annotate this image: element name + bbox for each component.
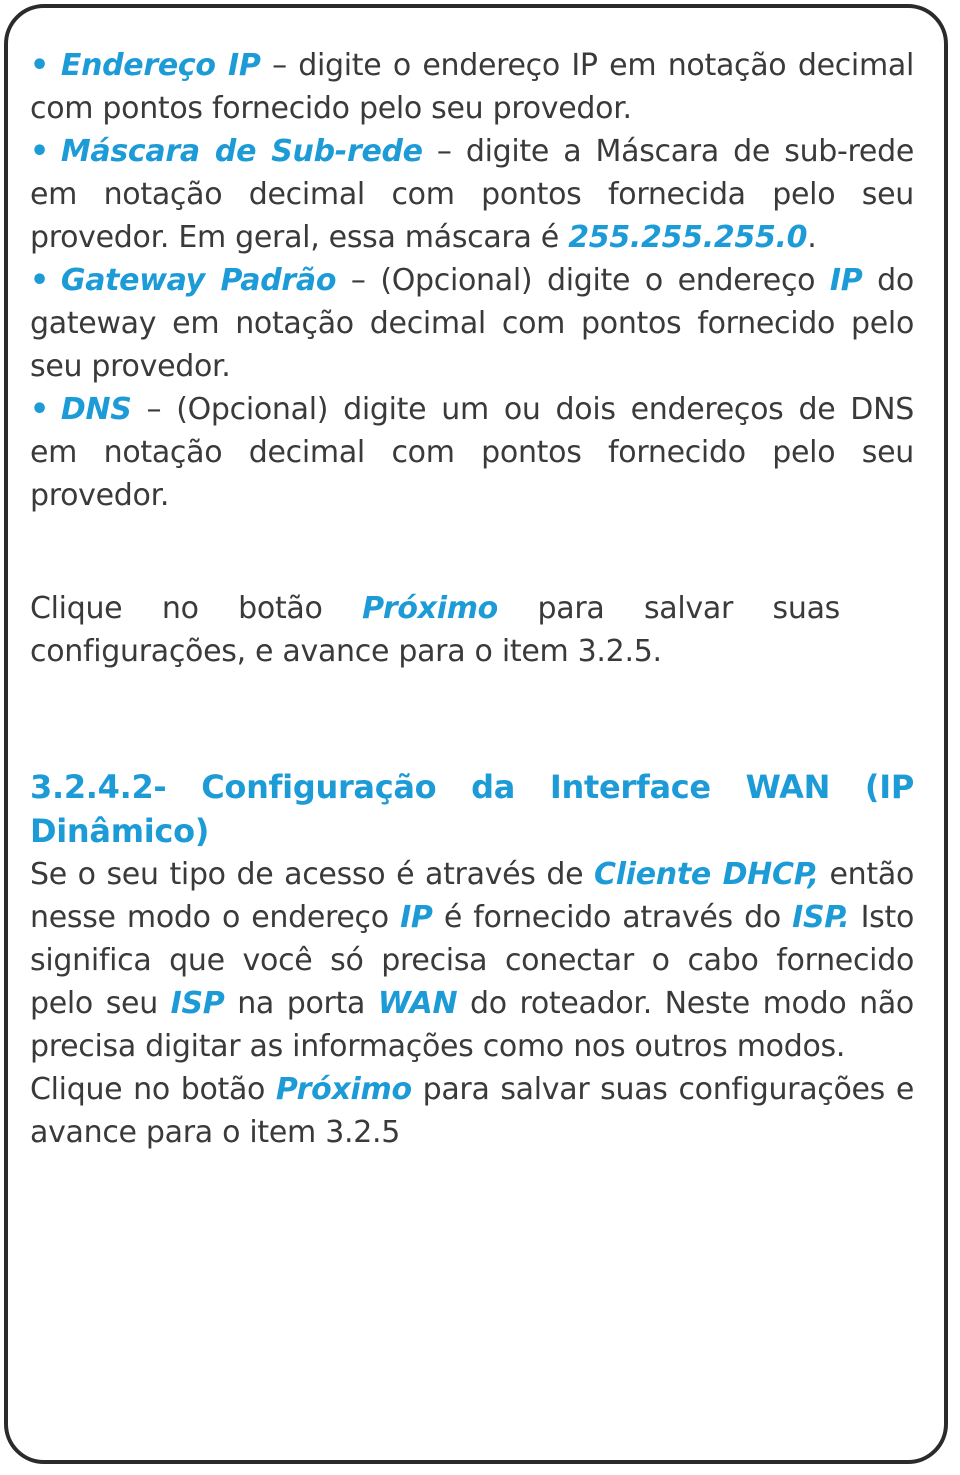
- term-subnet-mask: Máscara de Sub-rede: [60, 134, 423, 169]
- bullet-icon: •: [30, 134, 49, 169]
- bullet-icon: •: [30, 392, 49, 427]
- bullet-text: (Opcional) digite o endereço: [380, 263, 830, 298]
- mask-value: 255.255.255.0: [568, 220, 808, 255]
- term-isp: ISP: [170, 986, 225, 1021]
- bullet-subnet-mask: • Máscara de Sub-rede – digite a Máscara …: [30, 130, 914, 259]
- section-heading: 3.2.4.2- Configuração da Interface WAN (…: [30, 768, 914, 850]
- bullet-icon: •: [30, 48, 49, 83]
- next-button-reference: Próximo: [362, 591, 498, 626]
- dash: –: [422, 134, 466, 169]
- next-button-reference: Próximo: [275, 1072, 412, 1107]
- click-next-paragraph-1: Clique no botão Próximo para salvar suas…: [30, 587, 840, 673]
- term-ip: IP: [400, 900, 433, 935]
- paragraph-text: Clique no botão: [30, 591, 363, 626]
- term-dhcp-client: Cliente DHCP,: [594, 857, 819, 892]
- term-wan: WAN: [377, 986, 458, 1021]
- bullet-icon: •: [30, 263, 49, 298]
- dhcp-paragraph: Se o seu tipo de acesso é através de Cli…: [30, 853, 914, 1068]
- bullet-gateway: • Gateway Padrão – (Opcional) digite o en…: [30, 259, 914, 388]
- paragraph-text: é fornecido através do: [432, 900, 793, 935]
- term-dns: DNS: [60, 392, 132, 427]
- bullet-ip-address: • Endereço IP – digite o endereço IP em n…: [30, 44, 914, 130]
- term-ip-address: Endereço IP: [60, 48, 261, 83]
- term-gateway: Gateway Padrão: [60, 263, 337, 298]
- term-isp: ISP.: [792, 900, 850, 935]
- paragraph-text: Clique no botão: [30, 1072, 276, 1107]
- bullet-text-end: .: [807, 220, 817, 255]
- paragraph-text: na porta: [224, 986, 378, 1021]
- click-next-paragraph-2: Clique no botão Próximo para salvar suas…: [30, 1068, 914, 1154]
- term-ip: IP: [829, 263, 863, 298]
- dash: –: [131, 392, 177, 427]
- paragraph-text: Se o seu tipo de acesso é através de: [30, 857, 595, 892]
- dash: –: [336, 263, 381, 298]
- bullet-dns: • DNS – (Opcional) digite um ou dois ende…: [30, 388, 914, 517]
- dash: –: [260, 48, 299, 83]
- document-body: • Endereço IP – digite o endereço IP em n…: [30, 44, 914, 1154]
